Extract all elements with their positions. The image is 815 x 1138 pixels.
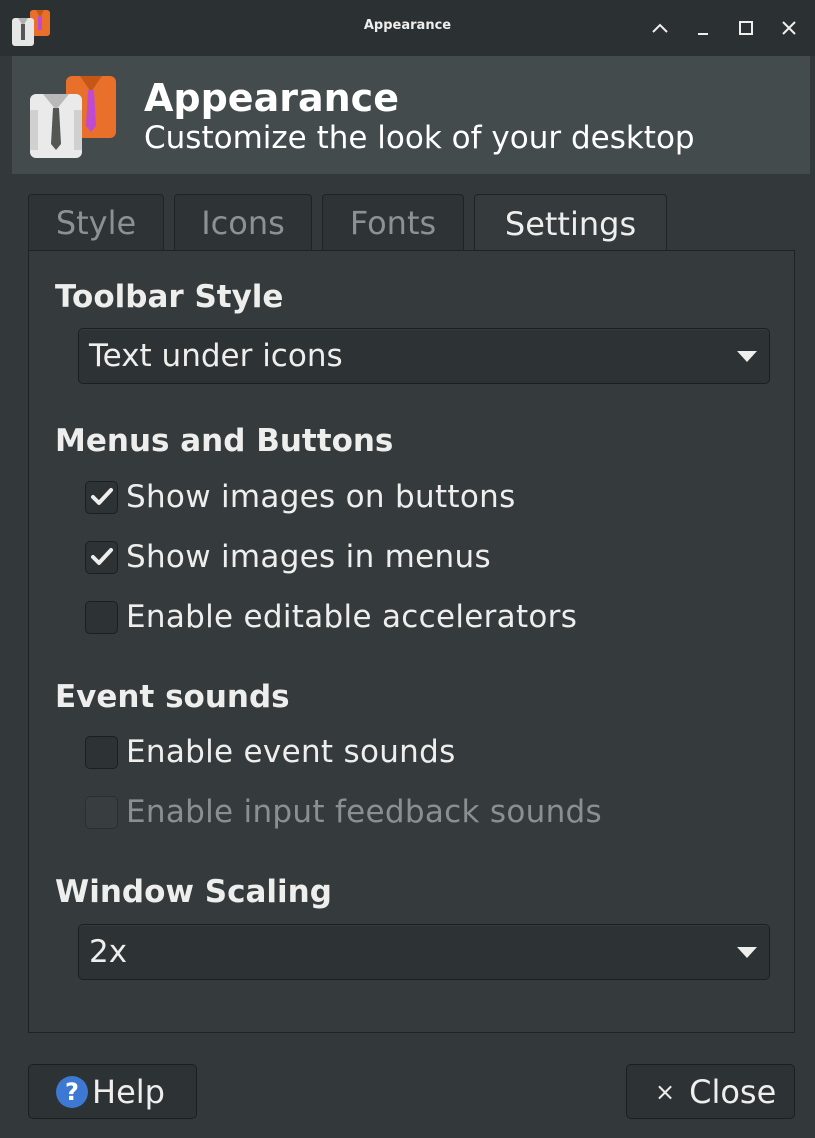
maximize-button[interactable] xyxy=(732,14,760,42)
header-subtitle: Customize the look of your desktop xyxy=(144,120,695,156)
toolbar-style-dropdown[interactable]: Text under icons xyxy=(78,328,770,384)
editable-accelerators-checkbox[interactable] xyxy=(85,600,118,634)
maximize-icon xyxy=(739,21,753,35)
show-images-on-buttons-checkbox[interactable] xyxy=(85,480,118,514)
tab-style[interactable]: Style xyxy=(28,194,164,251)
checkmark-icon xyxy=(90,548,113,565)
event-sounds-row[interactable]: Enable event sounds xyxy=(85,732,456,772)
help-icon: ? xyxy=(56,1075,88,1108)
input-feedback-sounds-row: Enable input feedback sounds xyxy=(85,792,602,832)
dropdown-arrow-icon xyxy=(737,351,757,362)
window-scaling-value: 2x xyxy=(89,934,128,970)
settings-page: Toolbar Style Text under icons Menus and… xyxy=(28,250,795,1033)
checkmark-icon xyxy=(90,488,113,505)
input-feedback-sounds-checkbox xyxy=(85,795,118,829)
minimize-icon xyxy=(698,33,708,35)
event-sounds-label: Enable event sounds xyxy=(126,734,456,770)
event-sounds-heading: Event sounds xyxy=(55,679,290,715)
appearance-shirts-icon xyxy=(26,70,122,160)
minimize-button[interactable] xyxy=(689,14,717,42)
close-x-icon: × xyxy=(655,1077,676,1106)
chevron-up-icon xyxy=(652,23,668,33)
show-images-in-menus-row[interactable]: Show images in menus xyxy=(85,537,491,577)
toolbar-style-value: Text under icons xyxy=(89,338,343,374)
show-images-in-menus-checkbox[interactable] xyxy=(85,540,118,574)
dialog-header: Appearance Customize the look of your de… xyxy=(12,56,810,174)
title-bar[interactable]: Appearance xyxy=(0,0,815,56)
event-sounds-checkbox[interactable] xyxy=(85,735,118,769)
show-images-on-buttons-label: Show images on buttons xyxy=(126,479,516,515)
help-button[interactable]: ? Help xyxy=(28,1064,197,1119)
tab-fonts[interactable]: Fonts xyxy=(322,194,464,251)
tab-settings[interactable]: Settings xyxy=(474,194,667,252)
close-button[interactable]: × Close xyxy=(626,1064,795,1119)
close-icon xyxy=(782,21,796,35)
window-scaling-heading: Window Scaling xyxy=(55,874,332,910)
show-images-in-menus-label: Show images in menus xyxy=(126,539,491,575)
editable-accelerators-label: Enable editable accelerators xyxy=(126,599,578,635)
header-title: Appearance xyxy=(144,76,399,120)
menus-buttons-heading: Menus and Buttons xyxy=(55,423,394,459)
window-shade-button[interactable] xyxy=(646,14,674,42)
window-scaling-dropdown[interactable]: 2x xyxy=(78,924,770,980)
input-feedback-sounds-label: Enable input feedback sounds xyxy=(126,794,602,830)
toolbar-style-heading: Toolbar Style xyxy=(55,279,284,315)
dropdown-arrow-icon xyxy=(737,947,757,958)
close-window-button[interactable] xyxy=(775,14,803,42)
editable-accelerators-row[interactable]: Enable editable accelerators xyxy=(85,597,577,637)
tab-icons[interactable]: Icons xyxy=(174,194,312,251)
help-button-label: Help xyxy=(92,1072,165,1111)
close-button-label: Close xyxy=(689,1072,777,1111)
show-images-on-buttons-row[interactable]: Show images on buttons xyxy=(85,477,516,517)
